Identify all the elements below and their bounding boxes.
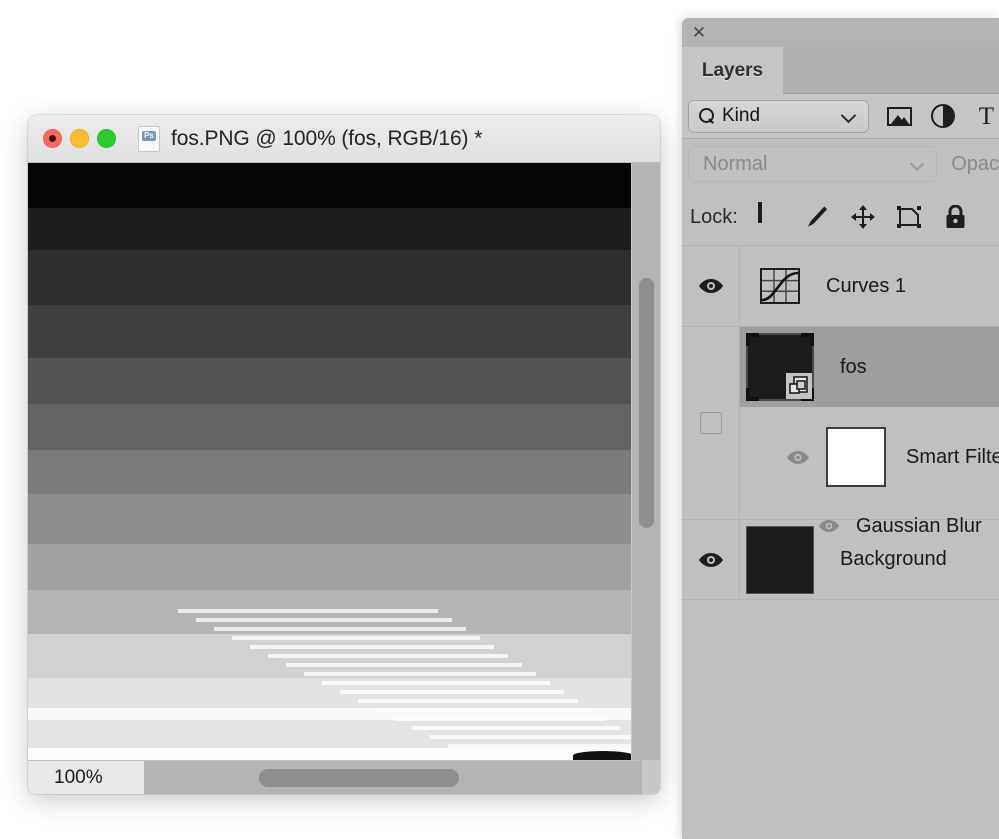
- close-icon[interactable]: ✕: [690, 24, 708, 42]
- zoom-level-field[interactable]: 100%: [28, 760, 144, 794]
- chevron-down-icon[interactable]: [840, 107, 857, 123]
- layer-name: fos: [840, 355, 867, 378]
- smart-object-thumbnail[interactable]: [746, 333, 814, 401]
- tab-layers-label: Layers: [701, 59, 764, 81]
- lock-transparent-pixels-icon[interactable]: [757, 202, 784, 230]
- blend-mode-value: Normal: [703, 152, 768, 175]
- layers-panel[interactable]: ✕ Layers Kind T Normal Opac Lock: Curves…: [682, 18, 999, 839]
- canvas-band: [28, 708, 631, 720]
- canvas-dark-mark: [573, 751, 631, 760]
- window-controls[interactable]: [43, 129, 116, 148]
- layer-row-body[interactable]: Curves 1: [740, 246, 999, 326]
- document-title: fos.PNG @ 100% (fos, RGB/16) *: [171, 126, 483, 150]
- canvas-band: [28, 494, 631, 544]
- maximize-window-button[interactable]: [97, 129, 116, 148]
- layer-visibility-toggle[interactable]: [682, 246, 740, 326]
- panel-tab-bar[interactable]: Layers: [682, 47, 999, 94]
- search-icon: [699, 108, 715, 124]
- canvas-band: [28, 590, 631, 634]
- chevron-down-icon[interactable]: [910, 156, 925, 172]
- table-row[interactable]: fos Smart Filte Gaussian Blur: [682, 327, 999, 537]
- canvas-area[interactable]: [28, 163, 660, 760]
- lock-position-move-icon[interactable]: [850, 204, 876, 230]
- photoshop-file-icon: Ps: [138, 125, 160, 152]
- horizontal-scrollbar[interactable]: [144, 761, 660, 795]
- tab-bar-empty-area: [783, 47, 999, 94]
- lock-label: Lock:: [690, 205, 738, 228]
- layer-row-fos[interactable]: fos: [740, 327, 999, 407]
- table-row[interactable]: Curves 1: [682, 246, 999, 327]
- canvas-band: [28, 404, 631, 450]
- eye-icon[interactable]: [698, 552, 724, 568]
- smart-filters-row[interactable]: Smart Filte: [740, 407, 999, 507]
- pixel-layers-filter-icon[interactable]: [887, 103, 913, 129]
- blend-mode-row[interactable]: Normal Opac: [682, 139, 999, 189]
- panel-titlebar[interactable]: ✕: [682, 18, 999, 47]
- vertical-scrollbar-thumb[interactable]: [639, 278, 654, 528]
- eye-icon[interactable]: [786, 450, 809, 464]
- canvas-band: [28, 208, 631, 250]
- canvas-band: [28, 634, 631, 678]
- smart-filters-label: Smart Filte: [906, 445, 999, 468]
- canvas-image[interactable]: [28, 163, 631, 760]
- lock-row: Lock:: [682, 189, 999, 246]
- screen: Ps fos.PNG @ 100% (fos, RGB/16) * 100% ✕: [0, 0, 999, 839]
- lock-artboard-nesting-icon[interactable]: [896, 204, 922, 230]
- smart-filter-mask-thumbnail[interactable]: [826, 427, 886, 487]
- layer-group-body[interactable]: fos Smart Filte Gaussian Blur: [740, 327, 999, 545]
- adjustment-layers-filter-icon[interactable]: [930, 103, 956, 129]
- canvas-band: [28, 163, 631, 208]
- document-window[interactable]: Ps fos.PNG @ 100% (fos, RGB/16) * 100%: [28, 115, 660, 794]
- close-window-button[interactable]: [43, 129, 62, 148]
- layer-filter-kind-select[interactable]: Kind: [688, 99, 870, 133]
- layer-name: Background: [840, 548, 947, 570]
- ps-badge-label: Ps: [142, 130, 156, 141]
- lock-all-padlock-icon[interactable]: [942, 204, 968, 230]
- type-layers-filter-icon[interactable]: T: [974, 103, 999, 129]
- minimize-window-button[interactable]: [70, 129, 89, 148]
- layer-list[interactable]: Curves 1 fos Smart Filte Gaussian Blur B…: [682, 246, 999, 839]
- curves-adjustment-thumbnail[interactable]: [760, 268, 800, 304]
- window-resize-grip[interactable]: [642, 760, 660, 794]
- canvas-band: [28, 544, 631, 590]
- canvas-band: [28, 358, 631, 404]
- document-statusbar[interactable]: 100%: [28, 760, 660, 794]
- layer-filter-kind-label: Kind: [722, 105, 761, 126]
- vertical-scrollbar[interactable]: [631, 163, 660, 760]
- table-row[interactable]: Background: [682, 520, 999, 600]
- canvas-band: [28, 678, 631, 708]
- background-layer-thumbnail[interactable]: [746, 525, 814, 594]
- canvas-band: [28, 250, 631, 305]
- eye-off-checkbox[interactable]: [699, 412, 722, 434]
- tab-layers[interactable]: Layers: [682, 47, 783, 94]
- canvas-band: [28, 305, 631, 358]
- document-titlebar[interactable]: Ps fos.PNG @ 100% (fos, RGB/16) *: [28, 115, 660, 163]
- layer-name: Curves 1: [826, 274, 907, 297]
- layer-row-body[interactable]: Background: [740, 520, 999, 599]
- blend-mode-select[interactable]: Normal: [688, 146, 938, 182]
- lock-image-pixels-brush-icon[interactable]: [804, 204, 830, 230]
- canvas-band: [28, 450, 631, 494]
- layer-filter-row[interactable]: Kind T: [682, 94, 999, 139]
- layer-visibility-toggle[interactable]: [682, 327, 740, 519]
- canvas-band: [28, 720, 631, 748]
- canvas-band: [28, 748, 631, 760]
- smart-object-icon: [786, 373, 812, 399]
- opacity-label: Opac: [951, 152, 999, 175]
- eye-icon[interactable]: [698, 278, 724, 294]
- horizontal-scrollbar-thumb[interactable]: [259, 768, 459, 787]
- layer-visibility-toggle[interactable]: [682, 520, 740, 599]
